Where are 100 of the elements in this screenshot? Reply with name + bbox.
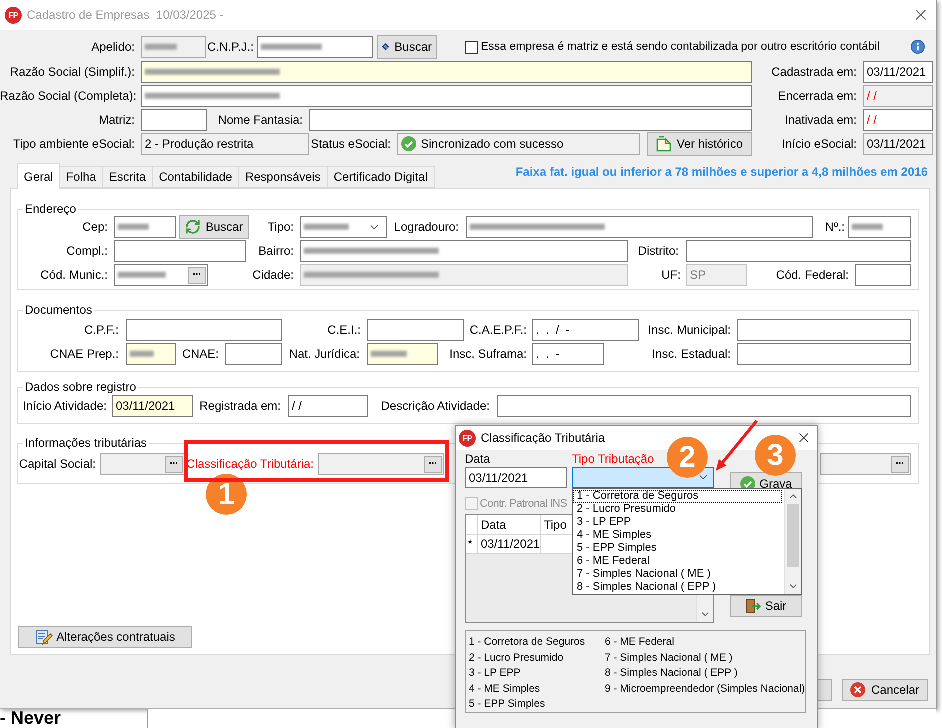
field-label: CNAE: (181, 347, 220, 361)
search-button[interactable]: Buscar (377, 35, 437, 59)
input-field[interactable] (126, 343, 176, 365)
tab[interactable]: Certificado Digital (326, 166, 435, 188)
input-field[interactable]: 03/11/2021 (112, 395, 193, 417)
arrow-annotation (716, 420, 758, 471)
input-field[interactable] (367, 319, 464, 341)
input-field[interactable] (141, 36, 206, 58)
tab[interactable]: Geral (17, 163, 60, 189)
input-field[interactable] (114, 240, 246, 262)
input-field[interactable] (141, 61, 752, 83)
field-label: Bairro: (258, 244, 295, 258)
check-circle-icon (401, 136, 417, 152)
input-field[interactable] (300, 240, 628, 262)
input-field[interactable]: 03/11/2021 (863, 133, 933, 155)
tab[interactable]: Folha (59, 166, 104, 188)
group-title: Endereço (24, 202, 78, 216)
field-label: Cód. Federal: (775, 268, 850, 282)
tab[interactable]: Escrita (102, 166, 154, 188)
input-field[interactable]: . . / - (532, 319, 639, 341)
lookup-field[interactable]: ... (114, 264, 208, 286)
input-field[interactable]: 2 - Produção restrita (141, 133, 309, 155)
background-text: - Never (0, 709, 62, 727)
legend-item: 5 - EPP Simples (469, 697, 546, 712)
column-header: Data (478, 515, 541, 534)
lookup-field[interactable]: ... (318, 453, 444, 475)
input-field[interactable] (848, 216, 911, 238)
dropdown-option[interactable]: 7 - Simples Nacional ( ME ) (573, 568, 782, 581)
field-label: C.A.E.P.F.: (468, 323, 528, 337)
edit-document-icon (34, 628, 53, 646)
checkbox[interactable] (465, 40, 478, 54)
input-field[interactable] (257, 36, 373, 58)
field-label: Descrição Atividade: (380, 399, 491, 413)
ellipsis-button[interactable]: ... (188, 266, 206, 284)
dropdown-option[interactable]: 2 - Lucro Presumido (573, 503, 782, 516)
field-label: Cadastrada em: (770, 65, 858, 79)
status-field[interactable]: Sincronizado com sucesso (397, 133, 640, 155)
select-field[interactable] (572, 467, 714, 488)
legend-item: 2 - Lucro Presumido (469, 650, 564, 666)
scrollbar[interactable] (784, 489, 801, 594)
field-label: Nat. Jurídica: (288, 347, 361, 361)
refresh-icon (184, 219, 201, 235)
input-field[interactable] (114, 216, 176, 238)
ellipsis-button[interactable]: ... (165, 456, 183, 472)
input-field[interactable] (686, 240, 911, 262)
dropdown-option[interactable]: 1 - Corretora de Seguros (573, 490, 782, 503)
field-label: Capital Social: (18, 457, 97, 471)
field-label: Tipo Tributação (572, 451, 654, 467)
search-button[interactable]: Buscar (179, 215, 249, 239)
field-label: Tipo: (266, 220, 295, 234)
legend-item: 9 - Microempreendedor (Simples Nacional) (605, 682, 806, 696)
field-label: Cód. Munic.: (40, 268, 109, 282)
exit-button[interactable]: Sair (730, 595, 802, 617)
field-label: Compl.: (66, 244, 109, 258)
history-button[interactable]: Ver histórico (647, 132, 752, 156)
scrollbar-thumb[interactable] (787, 504, 799, 567)
input-field[interactable] (367, 343, 438, 365)
field-label: Razão Social (Simplif.): (9, 65, 136, 79)
input-field[interactable] (855, 264, 911, 286)
field-label: Cep: (82, 220, 109, 234)
cancel-button[interactable]: Cancelar (842, 679, 928, 701)
input-field[interactable] (126, 319, 282, 341)
dropdown-option[interactable]: 5 - EPP Simples (573, 542, 782, 555)
select-field[interactable] (300, 216, 387, 238)
input-field[interactable]: / / (288, 395, 368, 417)
input-field[interactable] (497, 395, 911, 417)
contract-changes-button[interactable]: Alterações contratuais (18, 626, 192, 648)
dropdown-option[interactable]: 8 - Simples Nacional ( EPP ) (573, 581, 782, 594)
field-label: CNAE Prep.: (49, 347, 120, 361)
document-icon (656, 136, 672, 152)
legend-item: 3 - LP EPP (469, 666, 521, 681)
field-label: Cidade: (252, 268, 295, 282)
input-field[interactable] (737, 319, 911, 341)
dropdown-option[interactable]: 6 - ME Federal (573, 555, 782, 568)
lookup-field[interactable]: ... (100, 453, 185, 475)
field-label: Tipo ambiente eSocial: (12, 137, 136, 151)
group-title: Documentos (24, 303, 94, 317)
input-field[interactable]: 03/11/2021 (863, 61, 933, 83)
input-field[interactable]: / / (863, 85, 933, 107)
input-field[interactable] (225, 343, 282, 365)
date-field[interactable]: 03/11/2021 (465, 467, 567, 488)
input-field[interactable] (466, 216, 813, 238)
input-field[interactable] (737, 343, 911, 365)
field-label: Apelido: (90, 40, 136, 54)
input-field[interactable] (141, 109, 207, 131)
field-label: Classificação Tributária: (186, 457, 315, 471)
tab[interactable]: Responsáveis (238, 166, 328, 188)
input-field[interactable]: . . - (532, 343, 604, 365)
input-field[interactable] (141, 85, 752, 107)
ellipsis-button[interactable]: ... (424, 456, 442, 472)
info-icon[interactable] (911, 40, 925, 54)
input-field[interactable]: / / (863, 109, 933, 131)
tab[interactable]: Contabilidade (152, 166, 240, 188)
field-label: Matriz: (98, 113, 136, 127)
lookup-field[interactable]: ... (820, 453, 911, 475)
legend-item: 7 - Simples Nacional ( ME ) (605, 650, 733, 666)
input-field[interactable] (309, 109, 752, 131)
app-logo: FP (459, 430, 476, 446)
ellipsis-button[interactable]: ... (891, 456, 909, 472)
field-label: Razão Social (Completa): (0, 89, 137, 103)
